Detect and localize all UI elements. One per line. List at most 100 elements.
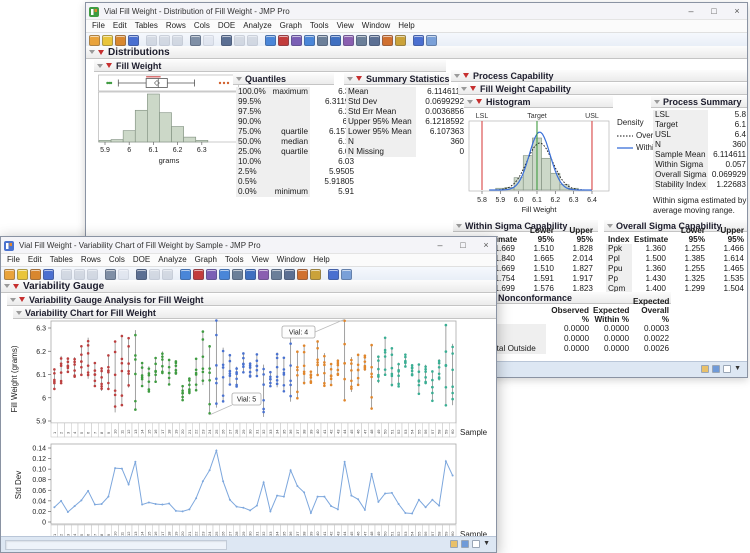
window-layout-icon[interactable]	[413, 35, 424, 46]
red-triangle-menu-icon[interactable]	[476, 99, 482, 104]
disclosure-icon[interactable]	[607, 224, 613, 228]
maximize-toggle-icon[interactable]	[723, 365, 731, 373]
menu-analyze[interactable]: Analyze	[239, 20, 275, 32]
help-icon[interactable]	[193, 269, 204, 280]
refresh-icon[interactable]	[317, 35, 328, 46]
maximize-button[interactable]: □	[708, 4, 720, 18]
open-icon[interactable]	[17, 269, 28, 280]
new-data-table-icon[interactable]	[4, 269, 15, 280]
cut-icon[interactable]	[61, 269, 72, 280]
zoom-tool-icon[interactable]	[284, 269, 295, 280]
disclosure-icon[interactable]	[16, 311, 22, 315]
annotate-add-icon[interactable]	[297, 269, 308, 280]
red-triangle-menu-icon[interactable]	[13, 284, 19, 289]
disclosure-icon[interactable]	[347, 77, 353, 81]
magnifier-icon[interactable]	[136, 269, 147, 280]
menu-rows[interactable]: Rows	[162, 20, 190, 32]
maximize-toggle-icon[interactable]	[472, 540, 480, 548]
hand-grabber-icon[interactable]	[304, 35, 315, 46]
pencil-tool-icon[interactable]	[395, 35, 406, 46]
menu-window[interactable]: Window	[358, 20, 394, 32]
menu-edit[interactable]: Edit	[24, 254, 46, 266]
refresh-icon[interactable]	[232, 269, 243, 280]
save-icon[interactable]	[128, 35, 139, 46]
fill-weight-distribution-chart[interactable]: 5.966.16.26.3grams	[98, 74, 240, 171]
title-bar[interactable]: Vial Fill Weight - Distribution of Fill …	[86, 3, 747, 19]
minimize-button[interactable]: –	[434, 238, 446, 252]
disclosure-icon[interactable]	[89, 50, 95, 54]
help-icon[interactable]	[278, 35, 289, 46]
menu-view[interactable]: View	[248, 254, 273, 266]
new-data-table-icon[interactable]	[89, 35, 100, 46]
disclosure-icon[interactable]	[4, 284, 10, 288]
explore-status-icon[interactable]	[712, 365, 720, 373]
disclosure-icon[interactable]	[654, 100, 660, 104]
menu-doe[interactable]: DOE	[129, 254, 154, 266]
open-recent-icon[interactable]	[30, 269, 41, 280]
menu-graph[interactable]: Graph	[276, 20, 306, 32]
crosshair-select-icon[interactable]	[245, 269, 256, 280]
disclosure-icon[interactable]	[461, 87, 467, 91]
data-filter-status-icon[interactable]	[450, 540, 458, 548]
capability-histogram-chart[interactable]: LSLTargetUSL5.85.96.06.16.26.36.4Fill We…	[464, 110, 614, 221]
cut-icon[interactable]	[146, 35, 157, 46]
title-bar[interactable]: Vial Fill Weight - Variability Chart of …	[1, 237, 496, 253]
minimize-button[interactable]: –	[685, 4, 697, 18]
selection-arrow-icon[interactable]	[265, 35, 276, 46]
explore-status-icon[interactable]	[461, 540, 469, 548]
menu-view[interactable]: View	[333, 20, 358, 32]
window-layout-icon[interactable]	[328, 269, 339, 280]
menu-cols[interactable]: Cols	[190, 20, 214, 32]
close-button[interactable]: ×	[480, 238, 492, 252]
disclosure-icon[interactable]	[467, 100, 473, 104]
lasso-tool-icon[interactable]	[356, 35, 367, 46]
disclosure-icon[interactable]	[454, 74, 460, 78]
hand-grabber-icon[interactable]	[219, 269, 230, 280]
menu-doe[interactable]: DOE	[214, 20, 239, 32]
data-table-icon[interactable]	[190, 35, 201, 46]
stddev-chart[interactable]: Std Dev00.020.040.060.080.100.120.141234…	[1, 443, 496, 538]
paste-icon[interactable]	[87, 269, 98, 280]
red-triangle-menu-icon[interactable]	[470, 86, 476, 91]
disclosure-icon[interactable]	[97, 64, 103, 68]
brush-tool-icon[interactable]	[258, 269, 269, 280]
save-icon[interactable]	[43, 269, 54, 280]
brush-tool-icon[interactable]	[343, 35, 354, 46]
menu-window[interactable]: Window	[273, 254, 309, 266]
pencil-tool-icon[interactable]	[310, 269, 321, 280]
crosshair-select-icon[interactable]	[330, 35, 341, 46]
selection-arrow-icon[interactable]	[180, 269, 191, 280]
menu-tools[interactable]: Tools	[221, 254, 248, 266]
menu-tables[interactable]: Tables	[131, 20, 162, 32]
menu-tables[interactable]: Tables	[46, 254, 77, 266]
zoom-tool-icon[interactable]	[369, 35, 380, 46]
red-triangle-menu-icon[interactable]	[356, 76, 362, 81]
red-triangle-menu-icon[interactable]	[19, 297, 25, 302]
status-dropdown-arrow-icon[interactable]: ▼	[734, 364, 741, 374]
menu-file[interactable]: File	[3, 254, 24, 266]
redo-icon[interactable]	[162, 269, 173, 280]
menu-analyze[interactable]: Analyze	[154, 254, 190, 266]
disclosure-icon[interactable]	[236, 77, 242, 81]
data-filter-status-icon[interactable]	[701, 365, 709, 373]
lasso-tool-icon[interactable]	[271, 269, 282, 280]
menu-help[interactable]: Help	[394, 20, 418, 32]
annotate-add-icon[interactable]	[382, 35, 393, 46]
menu-graph[interactable]: Graph	[191, 254, 221, 266]
variability-chart[interactable]: Fill Weight (grams)5.966.16.26.312345678…	[1, 319, 496, 446]
red-triangle-menu-icon[interactable]	[463, 73, 469, 78]
menu-help[interactable]: Help	[309, 254, 333, 266]
copy-icon[interactable]	[159, 35, 170, 46]
magnifier-icon[interactable]	[221, 35, 232, 46]
disclosure-icon[interactable]	[10, 298, 16, 302]
menu-cols[interactable]: Cols	[105, 254, 129, 266]
close-button[interactable]: ×	[731, 4, 743, 18]
redo-icon[interactable]	[247, 35, 258, 46]
disclosure-icon[interactable]	[456, 224, 462, 228]
open-recent-icon[interactable]	[115, 35, 126, 46]
zoom-out-icon[interactable]	[203, 35, 214, 46]
status-dropdown-arrow-icon[interactable]: ▼	[483, 539, 490, 549]
move-tool-icon[interactable]	[206, 269, 217, 280]
move-tool-icon[interactable]	[291, 35, 302, 46]
scroll-group-icon[interactable]	[341, 269, 352, 280]
